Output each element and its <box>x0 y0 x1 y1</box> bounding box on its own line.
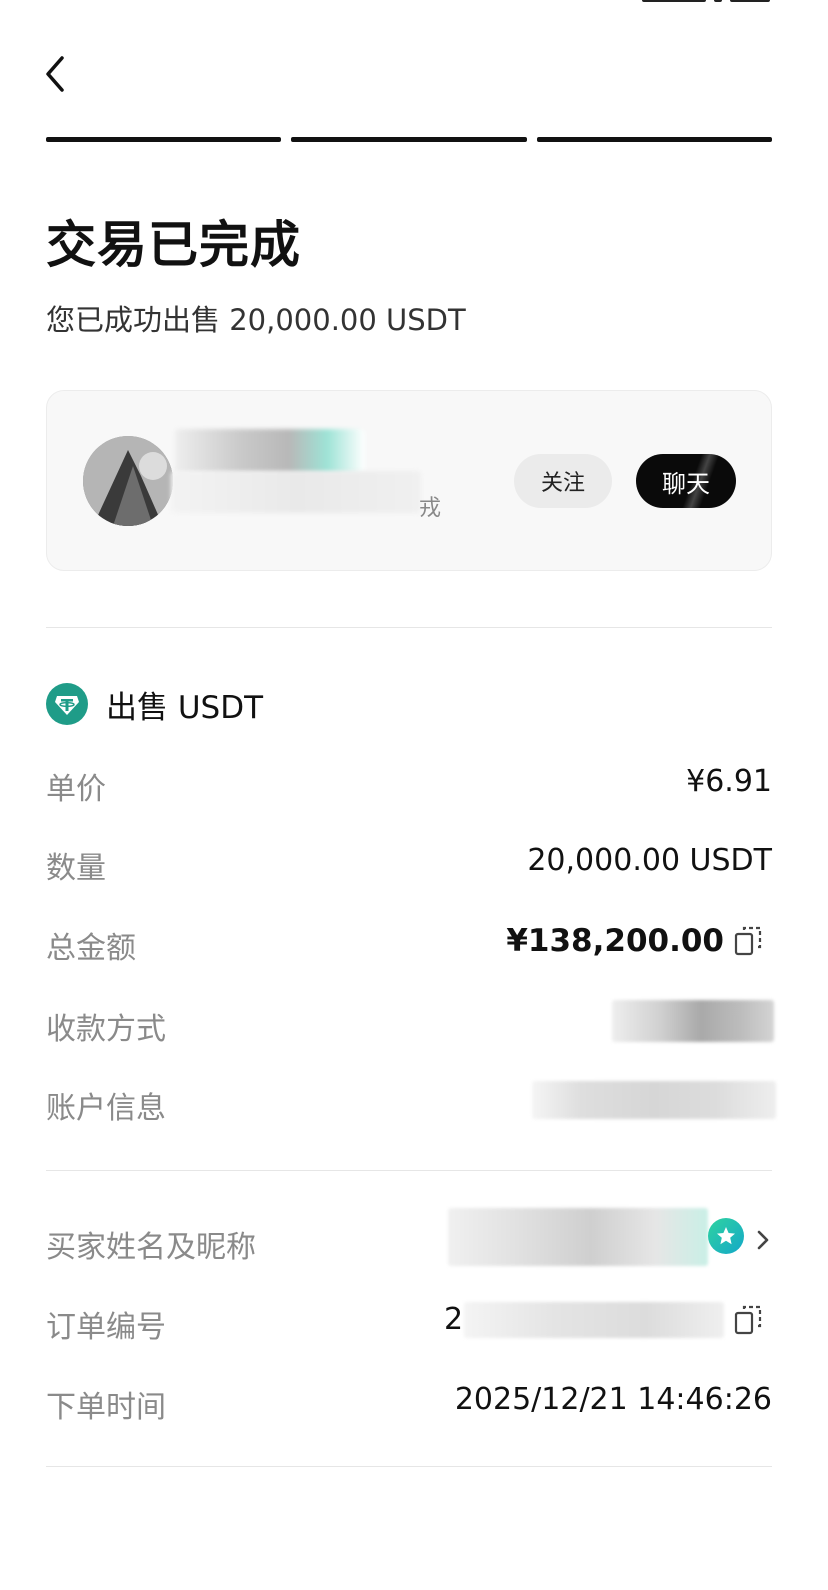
order-number-redacted <box>464 1302 724 1338</box>
total-label: 总金额 <box>46 931 136 966</box>
unit-price-value: ¥6.91 <box>686 764 772 799</box>
follow-button[interactable]: 关注 <box>514 454 612 508</box>
unit-price-label: 单价 <box>46 772 106 807</box>
chevron-right-icon <box>757 1230 769 1250</box>
battery-icon <box>730 0 770 2</box>
payment-method-row: 收款方式 <box>46 998 774 1047</box>
tether-icon <box>46 683 88 725</box>
avatar-image <box>83 436 173 526</box>
status-bar <box>0 0 828 10</box>
chevron-left-icon <box>46 56 64 92</box>
buyer-label: 买家姓名及昵称 <box>46 1230 256 1265</box>
payment-method-label: 收款方式 <box>46 1012 166 1047</box>
divider <box>46 1170 772 1171</box>
buyer-row[interactable]: 买家姓名及昵称 <box>46 1208 772 1266</box>
counterparty-info-redacted <box>171 471 421 513</box>
copy-icon[interactable] <box>734 1304 764 1336</box>
counterparty-card: 戎 关注 聊天 <box>46 390 772 571</box>
quantity-label: 数量 <box>46 851 106 886</box>
total-value: ¥138,200.00 <box>506 923 724 959</box>
account-info-redacted <box>532 1081 776 1119</box>
order-time-label: 下单时间 <box>46 1390 166 1425</box>
page-title: 交易已完成 <box>46 216 301 274</box>
status-icons <box>642 0 770 4</box>
wifi-icon <box>714 0 722 2</box>
divider <box>46 627 772 628</box>
progress-step-1 <box>46 137 282 142</box>
chat-button[interactable]: 聊天 <box>636 454 736 508</box>
order-time-value: 2025/12/21 14:46:26 <box>454 1382 772 1417</box>
account-info-label: 账户信息 <box>46 1091 166 1126</box>
avatar[interactable] <box>83 436 173 526</box>
page-subtitle: 您已成功出售 20,000.00 USDT <box>46 303 466 337</box>
order-number-row: 订单编号 2 <box>46 1296 772 1345</box>
quantity-row: 数量 20,000.00 USDT <box>46 837 772 886</box>
divider <box>46 1466 772 1467</box>
order-section-header: 出售 USDT <box>46 683 264 726</box>
verified-star-icon <box>708 1218 744 1254</box>
buyer-name-redacted <box>448 1208 708 1266</box>
counterparty-name-redacted <box>175 429 365 473</box>
section-title: 出售 USDT <box>106 689 264 726</box>
order-number-prefix: 2 <box>444 1302 464 1337</box>
progress-step-2 <box>291 137 527 142</box>
signal-icon <box>642 0 706 2</box>
account-info-row: 账户信息 <box>46 1077 776 1126</box>
copy-icon[interactable] <box>734 925 764 957</box>
total-row: 总金额 ¥138,200.00 <box>46 917 772 966</box>
order-time-row: 下单时间 2025/12/21 14:46:26 <box>46 1376 772 1425</box>
payment-method-redacted <box>612 1000 774 1042</box>
order-number-label: 订单编号 <box>46 1310 166 1345</box>
progress-step-3 <box>536 137 772 142</box>
progress-steps <box>46 137 772 142</box>
unit-price-row: 单价 ¥6.91 <box>46 758 772 807</box>
back-button[interactable] <box>34 52 78 96</box>
quantity-value: 20,000.00 USDT <box>527 843 772 878</box>
counterparty-name-suffix: 戎 <box>419 496 442 521</box>
